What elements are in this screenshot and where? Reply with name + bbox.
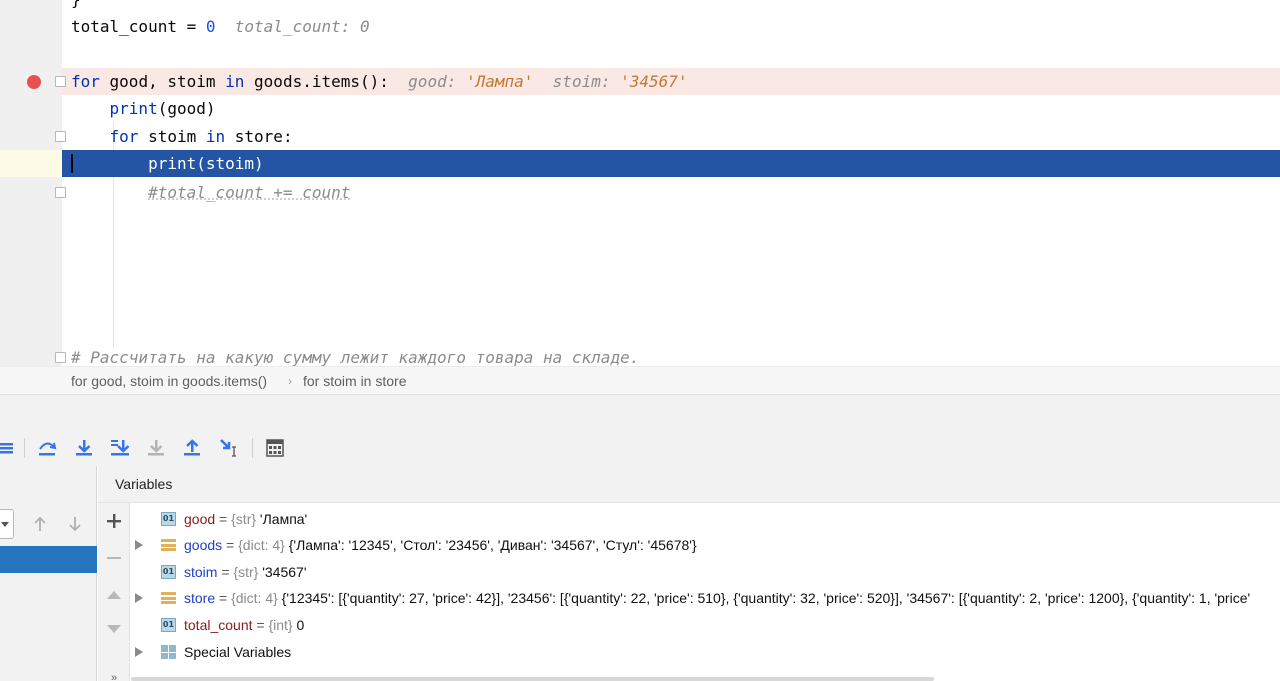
code-text: } [71, 0, 81, 13]
variable-name: goods [184, 537, 223, 553]
variable-name: stoim [184, 564, 218, 580]
special-variables-icon [161, 645, 176, 659]
panel-splitter[interactable] [0, 394, 1280, 430]
frames-panel [0, 466, 97, 681]
arrow-up-icon[interactable] [30, 514, 50, 534]
variable-type: {int} [268, 617, 293, 633]
variable-row[interactable]: store = {dict: 4} {'12345': [{'quantity'… [131, 585, 1280, 611]
inline-debug-value: good: 'Лампа' stoim: '34567' [408, 72, 688, 91]
code-text: for good, stoim in goods.items(): good: … [71, 72, 688, 91]
variable-value: {'12345': [{'quantity': 27, 'price': 42}… [277, 590, 1251, 606]
code-text: for stoim in store: [109, 127, 293, 146]
run-to-cursor-icon[interactable] [217, 436, 241, 460]
dict-icon [161, 591, 176, 605]
fold-marker-icon[interactable] [55, 187, 66, 198]
variables-title: Variables [115, 476, 173, 492]
variable-row[interactable]: goods = {dict: 4} {'Лампа': '12345', 'Ст… [131, 532, 1280, 558]
str-icon: 01 [161, 512, 176, 526]
code-line-for-goods[interactable]: for good, stoim in goods.items(): good: … [0, 68, 1280, 95]
breadcrumb-item[interactable]: for good, stoim in goods.items() [71, 367, 267, 395]
variable-row[interactable]: 01 good = {str} 'Лампа' [131, 506, 1280, 532]
code-line-for-store[interactable]: for stoim in store: [0, 123, 1280, 150]
gutter-cell [0, 150, 62, 177]
toolbar-separator [252, 438, 253, 458]
fold-marker-icon[interactable] [55, 76, 66, 87]
breakpoint-icon[interactable] [27, 75, 41, 89]
fold-marker-icon[interactable] [55, 352, 66, 363]
variables-header: Variables [98, 466, 1280, 503]
variable-type: {str} [233, 564, 259, 580]
code-line-print-good[interactable]: print(good) [0, 95, 1280, 122]
code-text: # Рассчитать на какую сумму лежит каждог… [71, 348, 640, 366]
force-step-into-icon[interactable] [144, 436, 168, 460]
expand-arrow-icon[interactable] [135, 647, 143, 657]
variable-row[interactable]: 01 total_count = {int} 0 [131, 612, 1280, 638]
code-line-total-count[interactable]: total_count = 0 total_count: 0 [0, 13, 1280, 40]
int-icon: 01 [161, 618, 176, 632]
code-line-print-stoim[interactable]: print(stoim) [0, 150, 1280, 177]
breadcrumb-separator: › [288, 374, 292, 388]
breadcrumb: for good, stoim in goods.items() › for s… [0, 366, 1280, 394]
inline-debug-value: total_count: 0 [234, 17, 370, 36]
variables-tree[interactable]: 01 good = {str} 'Лампа' goods = {dict: 4… [131, 505, 1280, 681]
plus-icon[interactable] [104, 511, 124, 531]
code-editor[interactable]: } total_count = 0 total_count: 0 for goo… [0, 0, 1280, 366]
selected-frame[interactable] [0, 546, 97, 573]
arrow-down-icon[interactable] [65, 514, 85, 534]
expand-arrow-icon[interactable] [135, 593, 143, 603]
move-up-icon[interactable] [104, 585, 124, 605]
variable-value: 'Лампа' [256, 511, 308, 527]
move-down-icon[interactable] [104, 619, 124, 639]
str-icon: 01 [161, 565, 176, 579]
code-text: #total_count += count [148, 183, 351, 202]
minus-icon[interactable] [104, 548, 124, 568]
thread-dropdown[interactable] [0, 509, 14, 539]
show-execution-point-icon[interactable] [0, 436, 16, 460]
evaluate-expression-icon[interactable] [263, 436, 287, 460]
variable-name: good [184, 511, 216, 527]
code-text: print(good) [109, 99, 216, 118]
variable-name: store [184, 590, 216, 606]
variable-type: {dict: 4} [231, 590, 278, 606]
variable-name: total_count [184, 617, 253, 633]
step-out-icon[interactable] [180, 436, 204, 460]
code-text: total_count = 0 total_count: 0 [71, 17, 370, 36]
breadcrumb-item[interactable]: for stoim in store [303, 367, 406, 395]
more-chevron-icon[interactable]: » [104, 668, 124, 681]
debug-toolbar [0, 430, 1280, 466]
code-line-comment-total[interactable]: #total_count += count [0, 179, 1280, 206]
step-into-my-code-icon[interactable] [108, 436, 132, 460]
fold-marker-icon[interactable] [55, 131, 66, 142]
toolbar-separator [24, 438, 25, 458]
code-text: print(stoim) [148, 154, 264, 173]
variable-type: {dict: 4} [238, 537, 285, 553]
step-over-icon[interactable] [35, 436, 59, 460]
variable-value: '34567' [258, 564, 307, 580]
variable-name: Special Variables [184, 644, 292, 660]
code-line-prev[interactable]: } [0, 0, 1280, 13]
variable-row-special[interactable]: Special Variables [131, 639, 1280, 665]
horizontal-scrollbar[interactable] [131, 677, 934, 681]
code-line-comment-ru[interactable]: # Рассчитать на какую сумму лежит каждог… [0, 344, 1280, 366]
variable-value: 0 [292, 617, 305, 633]
variable-row[interactable]: 01 stoim = {str} '34567' [131, 559, 1280, 585]
expand-arrow-icon[interactable] [135, 540, 143, 550]
dict-icon [161, 538, 176, 552]
step-into-icon[interactable] [72, 436, 96, 460]
variable-type: {str} [231, 511, 257, 527]
variable-value: {'Лампа': '12345', 'Стол': '23456', 'Див… [284, 537, 697, 553]
chevron-down-icon [1, 522, 9, 527]
variables-side-toolbar: » [98, 503, 130, 681]
